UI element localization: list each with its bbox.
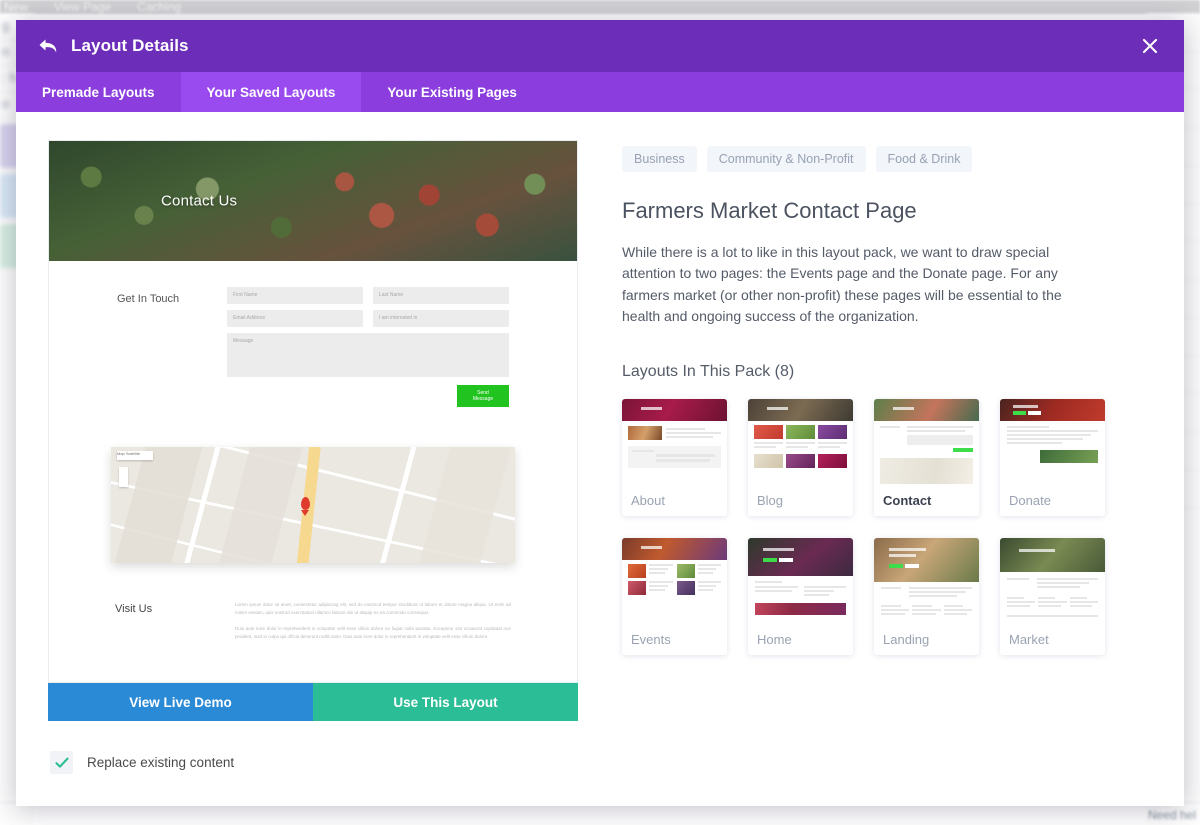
layouts-in-pack-heading: Layouts In This Pack (8) [622,363,795,381]
pack-description: While there is a lot to like in this lay… [622,244,1062,324]
tag-business[interactable]: Business [622,146,697,172]
back-arrow-icon[interactable] [35,33,61,59]
thumbnail-preview-image [622,538,727,625]
preview-hero-title: Contact Us [161,192,238,210]
thumb-body [622,560,727,625]
thumb-hero [622,399,727,422]
thumbnail-preview-image [874,538,979,625]
layout-preview-card: Contact Us Get In Touch First Name Last … [48,140,578,684]
preview-field-message: Message [227,333,509,377]
replace-existing-content-row[interactable]: Replace existing content [50,751,578,775]
thumb-hero [874,538,979,583]
preview-contact-form-section: Get In Touch First Name Last Name Email … [49,261,577,433]
preview-form-heading: Get In Touch [117,293,180,305]
preview-map-type-toggle: Map Satellite [117,451,153,460]
tag-food-drink[interactable]: Food & Drink [875,146,973,172]
thumbnail-preview-image [874,399,979,486]
preview-field-last-name: Last Name [373,287,509,304]
category-tag-list: Business Community & Non-Profit Food & D… [622,146,1152,172]
preview-visit-heading: Visit Us [115,603,153,615]
preview-map-section: Map Satellite [49,433,577,581]
close-icon[interactable] [1138,34,1162,58]
thumb-hero [748,538,853,577]
tab-your-saved-layouts[interactable]: Your Saved Layouts [180,72,362,112]
pack-title: Farmers Market Contact Page [622,198,917,223]
layout-thumbnail-blog[interactable]: Blog [748,399,853,517]
preview-map-zoom-control [119,467,128,487]
checkmark-icon [54,757,69,768]
replace-existing-content-checkbox[interactable] [50,751,73,775]
admin-bar-item-new[interactable]: New [4,0,28,14]
thumb-hero [748,399,853,422]
thumb-body [622,421,727,486]
preview-visit-body: Lorem ipsum dolor sit amet, consectetur … [235,587,511,648]
layout-thumbnail-events[interactable]: Events [622,538,727,656]
layout-thumbnail-label: About [631,493,665,509]
layout-details-column: Business Community & Non-Profit Food & D… [622,140,1152,806]
preview-hero-image: Contact Us [49,141,577,261]
layout-thumbnail-donate[interactable]: Donate [1000,399,1105,517]
admin-bar-item-caching[interactable]: Caching [137,0,181,14]
preview-field-email-address: Email Address [227,310,363,327]
preview-form-row: Email Address I am interested in [227,310,509,327]
layout-thumbnail-label: Market [1009,632,1049,648]
preview-send-message-button: Send Message [457,385,509,407]
preview-map: Map Satellite [111,447,515,563]
layout-thumbnail-about[interactable]: About [622,399,727,517]
layout-thumbnail-label: Donate [1009,493,1051,509]
preview-visit-us-section: Visit Us Lorem ipsum dolor sit amet, con… [49,581,577,682]
thumb-body [874,421,979,486]
use-this-layout-button[interactable]: Use This Layout [313,683,578,722]
layout-thumbnail-market[interactable]: Market [1000,538,1105,656]
layout-thumbnail-grid: About Blog Contact Donate Events Home La… [622,399,1152,656]
layout-thumbnail-label: Events [631,632,671,648]
admin-bar-item-view-page[interactable]: View Page [54,0,111,14]
layout-cta-row: View Live Demo Use This Layout [48,683,578,722]
layout-thumbnail-home[interactable]: Home [748,538,853,656]
preview-visit-paragraph: Duis aute irure dolor in reprehenderit i… [235,625,511,639]
layout-preview-column: Contact Us Get In Touch First Name Last … [48,140,578,806]
modal-header: Layout Details [16,20,1184,72]
thumb-hero [622,538,727,561]
thumbnail-preview-image [1000,399,1105,486]
thumbnail-preview-image [1000,538,1105,625]
preview-field-interest: I am interested in [373,310,509,327]
thumb-hero [1000,399,1105,422]
layout-thumbnail-landing[interactable]: Landing [874,538,979,656]
tab-premade-layouts[interactable]: Premade Layouts [16,72,181,112]
thumbnail-preview-image [748,399,853,486]
thumb-body [748,576,853,625]
tab-your-existing-pages[interactable]: Your Existing Pages [361,72,543,112]
page-title: Layout Details [71,36,189,55]
view-live-demo-button[interactable]: View Live Demo [48,683,313,722]
thumb-body [748,421,853,486]
wp-admin-bar: New View Page Caching [0,0,1200,14]
preview-field-first-name: First Name [227,287,363,304]
thumbnail-preview-image [748,538,853,625]
thumb-body [1000,572,1105,625]
layout-thumbnail-label: Home [757,632,792,648]
preview-visit-paragraph: Lorem ipsum dolor sit amet, consectetur … [235,602,511,616]
preview-form-fields: First Name Last Name Email Address I am … [227,287,509,407]
layout-thumbnail-contact[interactable]: Contact [874,399,979,517]
modal-body: Contact Us Get In Touch First Name Last … [16,112,1184,806]
replace-existing-content-label: Replace existing content [87,755,235,771]
thumb-body [874,582,979,625]
thumb-hero [874,399,979,422]
layout-thumbnail-label: Landing [883,632,930,648]
layout-thumbnail-label: Blog [757,493,784,509]
layout-thumbnail-label: Contact [883,493,932,509]
thumbnail-preview-image [622,399,727,486]
modal-tabbar: Premade Layouts Your Saved Layouts Your … [16,72,1184,112]
thumb-body [1000,421,1105,486]
preview-form-row: First Name Last Name [227,287,509,304]
need-help-text: Need hel [1147,808,1196,822]
tag-community-non-profit[interactable]: Community & Non-Profit [706,146,866,172]
map-pin-icon [300,496,310,510]
layout-details-modal: Layout Details Premade Layouts Your Save… [16,20,1184,806]
preview-submit-row: Send Message [227,385,509,407]
thumb-hero [1000,538,1105,573]
